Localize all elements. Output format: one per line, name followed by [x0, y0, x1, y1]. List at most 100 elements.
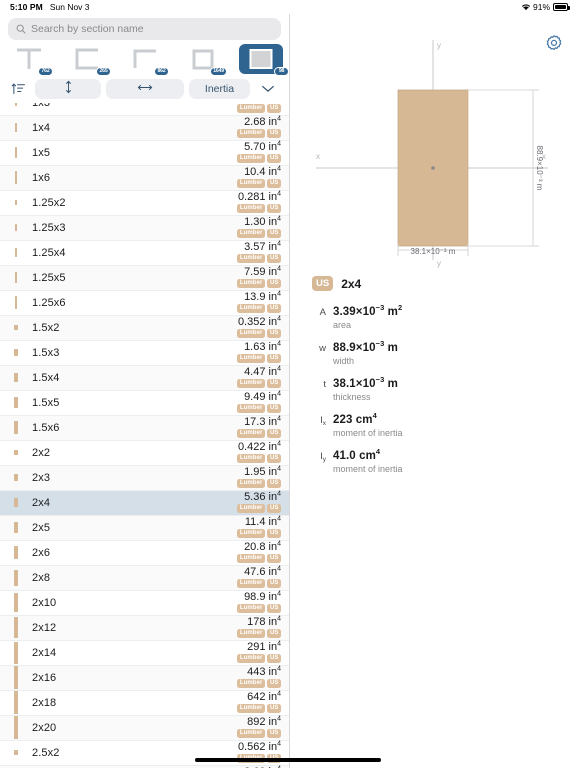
material-tag: Lumber — [236, 128, 266, 138]
section-tags: LumberUS — [236, 278, 281, 288]
centroid-marker — [431, 166, 435, 170]
shape-count-badge: 98 — [274, 66, 289, 76]
section-name: 2x12 — [32, 621, 57, 634]
table-row[interactable]: 1.25x5 7.59 in4 Lumber US — [0, 265, 289, 291]
section-name: 2x14 — [32, 646, 57, 659]
material-tag: Lumber — [236, 253, 266, 263]
section-value-group: 1.95 in4 Lumber US — [236, 465, 281, 488]
table-row[interactable]: 1x3 0.977 in4LumberUS — [0, 102, 289, 116]
section-thumbnail-icon — [0, 450, 32, 456]
table-row[interactable]: 2x8 47.6 in4 Lumber US — [0, 565, 289, 591]
section-thumbnail-icon — [0, 397, 32, 409]
table-row[interactable]: 2x10 98.9 in4 Lumber US — [0, 590, 289, 616]
table-row[interactable]: 2x14 291 in4 Lumber US — [0, 640, 289, 666]
shape-type-tee-section[interactable]: 762 — [0, 44, 58, 76]
section-thumbnail-icon — [0, 373, 32, 383]
search-field[interactable]: Search by section name — [8, 18, 281, 40]
standard-badge: US — [312, 276, 334, 291]
property-value: 41.0 cm4 — [333, 447, 381, 462]
section-value-group: 1.63 in4 Lumber US — [236, 340, 281, 363]
table-row[interactable]: 1.25x6 13.9 in4 Lumber US — [0, 290, 289, 316]
property-body: 3.39×10−3 m2 area — [333, 304, 402, 330]
table-row[interactable]: 2x18 642 in4 Lumber US — [0, 690, 289, 716]
section-thumbnail-icon — [0, 171, 32, 185]
table-row[interactable]: 1x5 5.70 in4 Lumber US — [0, 140, 289, 166]
table-row[interactable]: 2.5x20.562 in4LumberUS — [0, 740, 289, 766]
standard-tag: US — [267, 378, 281, 388]
section-value-group: 178 in4 Lumber US — [236, 615, 281, 638]
standard-tag: US — [267, 303, 281, 313]
section-tags: LumberUS — [236, 253, 281, 263]
section-inertia-value: 7.59 in4 — [244, 265, 281, 278]
table-row[interactable]: 1x4 2.68 in4 Lumber US — [0, 115, 289, 141]
shape-type-selector[interactable]: 762265862164998685 — [0, 44, 289, 77]
table-row[interactable]: 2x2 0.422 in4 Lumber US — [0, 440, 289, 466]
section-thumbnail-icon — [0, 617, 32, 639]
section-inertia-value: 3.57 in4 — [244, 240, 281, 253]
sort-ascending-icon[interactable] — [6, 79, 30, 99]
section-name: 2x8 — [32, 571, 51, 584]
table-row[interactable]: 1x6 10.4 in4 Lumber US — [0, 165, 289, 191]
standard-tag: US — [267, 503, 281, 513]
section-inertia-value: 11.4 in4 — [244, 515, 281, 528]
section-diagram: x x y y 88.9×10⁻³ m 38.1×10⁻³ m — [290, 28, 576, 273]
standard-tag: US — [267, 553, 281, 563]
property-row: A 3.39×10−3 m2 area — [312, 304, 562, 330]
shape-type-hollow-rectangle-section[interactable]: 1649 — [174, 44, 232, 76]
section-tags: LumberUS — [236, 503, 281, 513]
section-inertia-value: 13.9 in4 — [244, 290, 281, 303]
status-time: 5:10 PM — [10, 2, 43, 12]
sort-key-button[interactable]: Inertia — [189, 78, 250, 99]
section-inertia-value: 9.49 in4 — [244, 390, 281, 403]
table-row[interactable]: 1.5x6 17.3 in4 Lumber US — [0, 415, 289, 441]
section-inertia-value: 5.36 in4 — [244, 490, 281, 503]
property-symbol: t — [323, 379, 326, 390]
x-axis-label-left: x — [316, 152, 320, 161]
section-thumbnail-icon — [0, 474, 32, 482]
chevron-down-icon[interactable] — [255, 79, 281, 99]
property-symbol: A — [319, 307, 326, 318]
table-row[interactable]: 2x5 11.4 in4 Lumber US — [0, 515, 289, 541]
table-row[interactable]: 2x6 20.8 in4 Lumber US — [0, 540, 289, 566]
section-name: 2x6 — [32, 546, 51, 559]
shape-type-angle-section[interactable]: 862 — [116, 44, 174, 76]
section-inertia-value: 2.68 in4 — [244, 115, 281, 128]
table-row[interactable]: 1.25x3 1.30 in4 Lumber US — [0, 215, 289, 241]
table-row[interactable]: 2x12 178 in4 Lumber US — [0, 615, 289, 641]
main-split: Search by section name 76226586216499868… — [0, 14, 576, 768]
section-value-group: 0.977 in4LumberUS — [236, 103, 281, 113]
section-inertia-value: 291 in4 — [247, 640, 281, 653]
standard-tag: US — [267, 228, 281, 238]
standard-tag: US — [267, 728, 281, 738]
section-value-group: 0.352 in4 Lumber US — [236, 315, 281, 338]
section-name: 2x3 — [32, 471, 51, 484]
property-body: 38.1×10−3 m thickness — [333, 376, 398, 402]
material-tag: Lumber — [236, 703, 266, 713]
section-tags: LumberUS — [236, 553, 281, 563]
filter-width-button[interactable] — [106, 78, 184, 99]
table-row[interactable]: 2x16 443 in4 Lumber US — [0, 665, 289, 691]
table-row[interactable]: 1.5x2 0.352 in4 Lumber US — [0, 315, 289, 341]
section-thumbnail-icon — [0, 349, 32, 357]
section-name: 1.25x4 — [32, 246, 66, 259]
table-row[interactable]: 1.5x5 9.49 in4 Lumber US — [0, 390, 289, 416]
table-row[interactable]: 2x3 1.95 in4 Lumber US — [0, 465, 289, 491]
section-tags: LumberUS — [236, 478, 281, 488]
table-row[interactable]: 1.25x2 0.281 in4 Lumber US — [0, 190, 289, 216]
section-value-group: 17.3 in4 Lumber US — [236, 415, 281, 438]
section-tags: LumberUS — [236, 653, 281, 663]
search-input[interactable]: Search by section name — [31, 24, 144, 35]
material-tag: Lumber — [236, 578, 266, 588]
table-row[interactable]: 1.5x4 4.47 in4 Lumber US — [0, 365, 289, 391]
filter-height-button[interactable] — [35, 78, 101, 99]
shape-type-solid-rectangle-section[interactable]: 98 — [232, 44, 289, 76]
shape-type-channel-section[interactable]: 265 — [58, 44, 116, 76]
section-value-group: 642 in4 Lumber US — [236, 690, 281, 713]
table-row[interactable]: 2x4 5.36 in4 Lumber US — [0, 490, 289, 516]
table-row[interactable]: 1.5x3 1.63 in4 Lumber US — [0, 340, 289, 366]
section-list[interactable]: 1x30.977 in4LumberUS1x42.68 in4LumberUS1… — [0, 102, 289, 768]
section-inertia-value: 1.30 in4 — [244, 215, 281, 228]
search-container: Search by section name — [0, 14, 289, 44]
table-row[interactable]: 2x20 892 in4 Lumber US — [0, 715, 289, 741]
table-row[interactable]: 1.25x4 3.57 in4 Lumber US — [0, 240, 289, 266]
